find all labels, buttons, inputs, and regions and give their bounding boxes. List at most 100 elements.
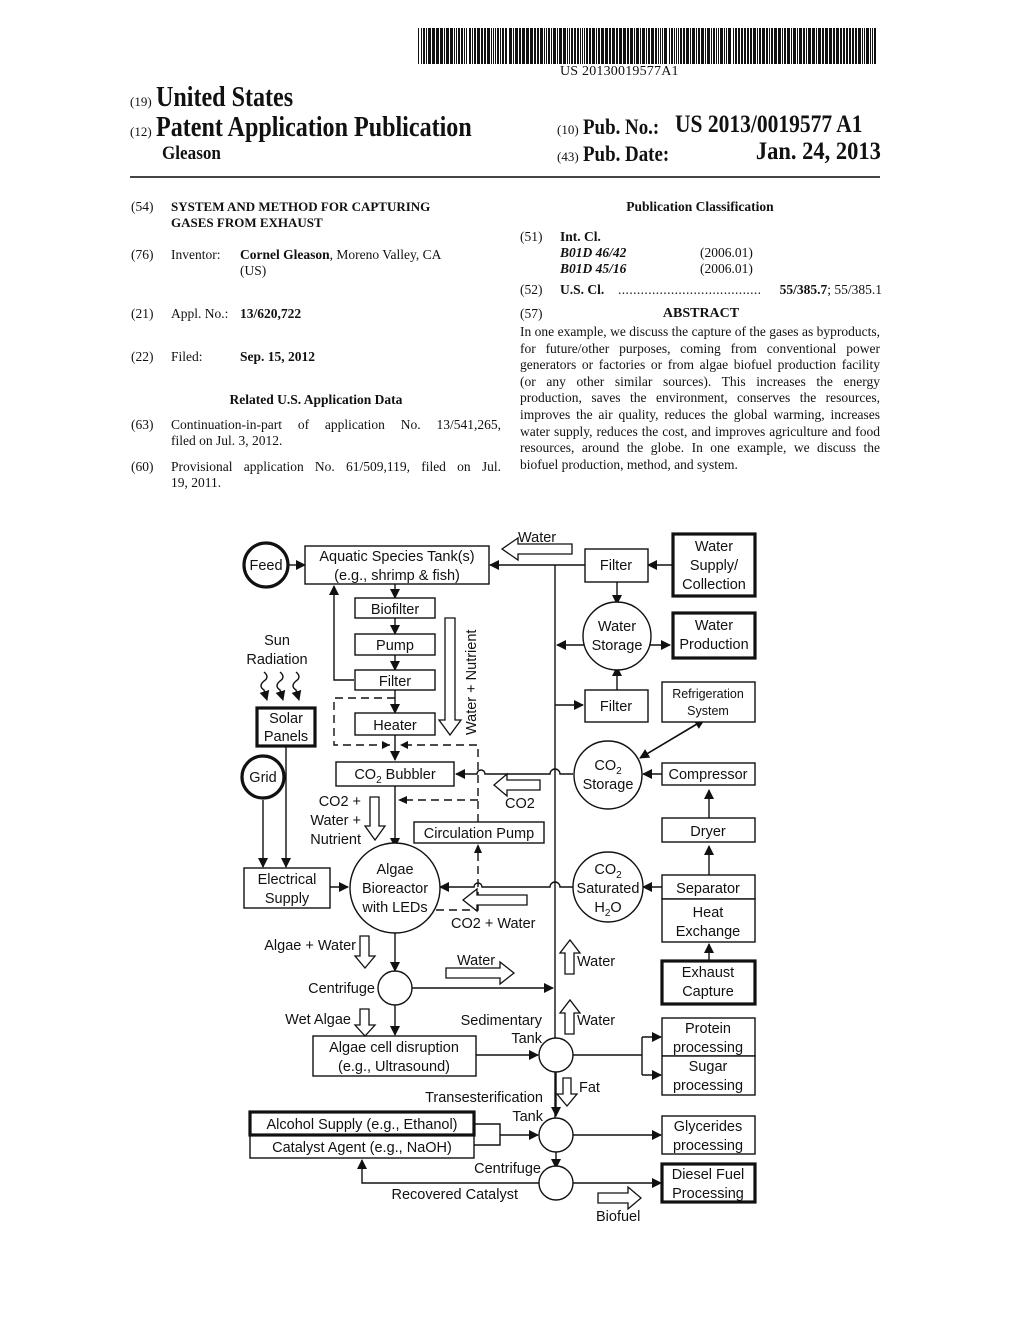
barcode-bar — [474, 28, 476, 64]
connector — [439, 881, 573, 892]
related-data-heading: Related U.S. Application Data — [229, 392, 403, 407]
co2-flow-arrow — [492, 772, 541, 798]
grid-label: Grid — [249, 770, 276, 786]
barcode-bar — [843, 28, 845, 64]
water-storage-circle[interactable] — [582, 601, 652, 671]
barcode-bar — [858, 28, 861, 64]
barcode-bar — [461, 28, 463, 64]
refrigeration-label-2: System — [687, 704, 729, 718]
barcode-bar — [609, 28, 611, 64]
barcode-bar — [519, 28, 521, 64]
barcode-bar — [526, 28, 529, 64]
sun-radiation-icon — [259, 671, 302, 701]
barcode-bar — [690, 28, 691, 64]
barcode-bar — [696, 28, 697, 64]
barcode-bar — [787, 28, 790, 64]
barcode-bar — [678, 28, 679, 64]
water-nutrient-flow-arrow — [437, 617, 463, 737]
barcode-bar — [664, 28, 667, 64]
water-storage-label-1: Water — [598, 619, 636, 635]
barcode-bar — [674, 28, 675, 64]
pub-date: Jan. 24, 2013 — [755, 138, 881, 165]
barcode-bar — [750, 28, 752, 64]
centrifuge-label: Centrifuge — [308, 981, 375, 997]
water-storage-label-2: Storage — [592, 638, 643, 654]
catalyst-label: Catalyst Agent (e.g., NaOH) — [272, 1140, 452, 1156]
arrowhead — [398, 796, 407, 804]
barcode-bar — [716, 28, 717, 64]
water-up-label-1: Water — [577, 954, 615, 970]
inventor-location: , Moreno Valley, CA — [329, 247, 442, 262]
barcode-bar — [855, 28, 857, 64]
exhaust-label-2: Capture — [682, 984, 734, 1000]
barcode-bar — [630, 28, 633, 64]
co2-storage-circle[interactable] — [573, 740, 643, 810]
type-code: (12) — [130, 124, 152, 139]
barcode-bar — [548, 28, 550, 64]
centrifuge-circle[interactable] — [377, 970, 413, 1006]
barcode-bar — [418, 28, 419, 64]
barcode-bar — [421, 28, 422, 64]
algae-water-flow-arrow — [353, 935, 377, 970]
barcode-bar — [423, 28, 425, 64]
appl-number: 13/620,722 — [240, 306, 302, 321]
country-line: (19) United States — [130, 82, 315, 114]
barcode-bar — [634, 28, 635, 64]
barcode-bar — [444, 28, 445, 64]
arrowhead — [382, 741, 390, 749]
connector — [329, 585, 354, 681]
water-production-label-2: Production — [679, 637, 748, 653]
barcode-bar — [818, 28, 821, 64]
abstract-text: In one example, we discuss the capture o… — [520, 324, 880, 472]
barcode-bar — [534, 28, 536, 64]
pub-number-code: (10) — [557, 122, 579, 137]
invention-title: SYSTEM AND METHOD FOR CAPTURING GASES FR… — [171, 199, 431, 230]
barcode-bar — [812, 28, 815, 64]
barcode-bar — [616, 28, 618, 64]
barcode-bar — [586, 28, 588, 64]
exhaust-label-1: Exhaust — [682, 965, 734, 981]
pump-label: Pump — [376, 638, 414, 654]
barcode-number: US 20130019577A1 — [560, 64, 679, 79]
transesterification-tank-circle[interactable] — [538, 1117, 574, 1153]
heat-exchange-label-1: Heat — [693, 905, 724, 921]
barcode-bar — [497, 28, 499, 64]
barcode-bar — [513, 28, 514, 64]
barcode-bar — [658, 28, 659, 64]
diesel-label-1: Diesel Fuel — [672, 1167, 745, 1183]
pub-date-label: Pub. Date: — [582, 141, 669, 166]
barcode-bar — [669, 28, 670, 64]
electrical-label: Electrical — [258, 872, 317, 888]
barcode-bar — [544, 28, 545, 64]
barcode-bar — [454, 28, 455, 64]
barcode-bar — [440, 28, 443, 64]
biofuel-label: Biofuel — [596, 1209, 640, 1225]
circulation-pump-label: Circulation Pump — [424, 826, 534, 842]
barcode-bar — [584, 28, 585, 64]
co2-label: CO2 — [505, 796, 535, 812]
dryer-label: Dryer — [690, 824, 726, 840]
centrifuge-2-circle[interactable] — [538, 1165, 574, 1201]
barcode-bar — [477, 28, 480, 64]
sugar-label-2: processing — [673, 1078, 743, 1094]
barcode-bar — [446, 28, 449, 64]
alcohol-label: Alcohol Supply (e.g., Ethanol) — [266, 1117, 457, 1133]
barcode-bar — [713, 28, 715, 64]
co2-water-nutrient-label-2: Water + — [310, 813, 361, 829]
publication-type: Patent Application Publication — [155, 112, 472, 143]
water-production-label-1: Water — [695, 618, 733, 634]
barcode-bar — [577, 28, 579, 64]
barcode-bar — [491, 28, 492, 64]
barcode-bar — [849, 28, 851, 64]
barcode-bar — [646, 28, 647, 64]
sedimentary-tank-circle[interactable] — [538, 1037, 574, 1073]
separator-label: Separator — [676, 881, 740, 897]
inventor-surname: Gleason — [162, 143, 221, 164]
barcode-bar — [469, 28, 471, 64]
barcode-bar — [791, 28, 792, 64]
barcode-bar — [580, 28, 581, 64]
barcode-bar — [481, 28, 483, 64]
fat-label: Fat — [579, 1080, 600, 1096]
barcode-bar — [797, 28, 798, 64]
barcode-bar — [601, 28, 604, 64]
